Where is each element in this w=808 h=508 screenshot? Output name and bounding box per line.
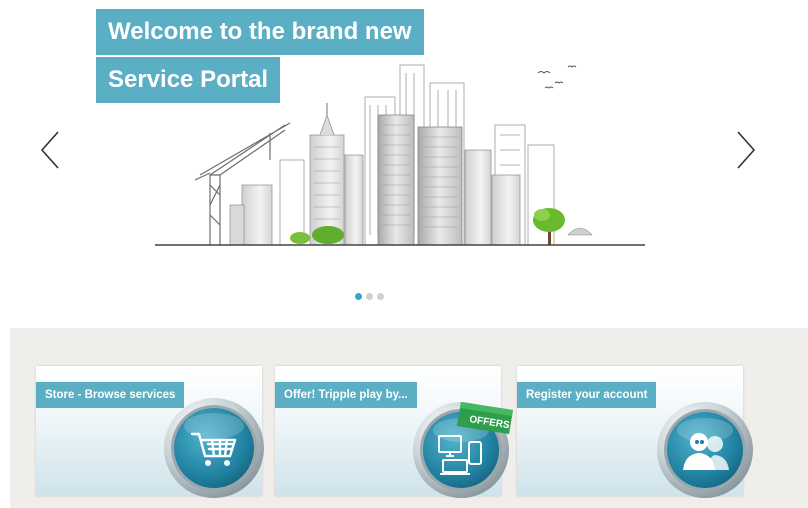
- tile-register-account[interactable]: Register your account: [517, 366, 753, 498]
- carousel-prev-button[interactable]: [36, 128, 64, 172]
- hero-carousel: Welcome to the brand new Service Portal: [0, 0, 808, 328]
- carousel-dot-2[interactable]: [366, 293, 373, 300]
- tile-label: Register your account: [517, 382, 657, 408]
- tile-label: Offer! Tripple play by...: [275, 382, 417, 408]
- carousel-next-button[interactable]: [732, 128, 760, 172]
- tile-offer-triple-play[interactable]: Offer! Tripple play by... OFFERS: [275, 366, 513, 498]
- chevron-left-icon: [40, 131, 59, 169]
- devices-icon: OFFERS: [413, 402, 513, 498]
- service-tiles-section: Store - Browse services Offer! Tripple p…: [10, 328, 808, 508]
- tile-store-browse-services[interactable]: Store - Browse services: [36, 366, 264, 498]
- user-pair-icon: [657, 402, 753, 498]
- carousel-indicators: [355, 293, 384, 300]
- hero-title-line-1: Welcome to the brand new: [96, 9, 424, 55]
- carousel-dot-1[interactable]: [355, 293, 362, 300]
- carousel-dot-3[interactable]: [377, 293, 384, 300]
- shopping-cart-icon: [164, 398, 264, 498]
- chevron-right-icon: [737, 131, 756, 169]
- hero-title-line-2: Service Portal: [96, 57, 281, 103]
